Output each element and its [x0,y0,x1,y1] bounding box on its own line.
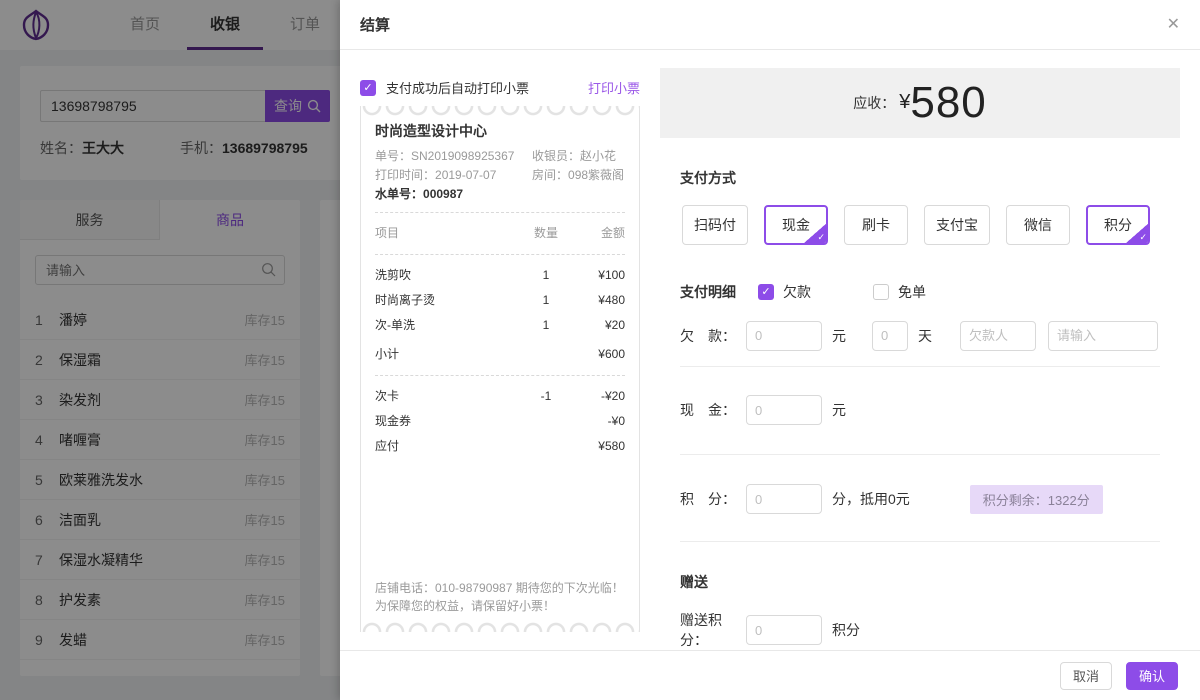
debt-amount-input[interactable] [746,321,822,351]
cancel-button[interactable]: 取消 [1060,662,1112,690]
receipt-payable: 应付¥580 [375,434,625,459]
check-icon: ✓ [761,285,770,298]
divider [680,366,1160,367]
selected-check-icon: ✓ [803,223,827,244]
day-unit: 天 [918,326,932,346]
receipt-item: 次-单洗1¥20 [375,313,625,338]
debt-checkbox[interactable]: ✓ [758,284,774,300]
pay-method-cash[interactable]: 现金✓ [764,205,828,245]
cash-label: 现 金： [680,400,746,420]
receipt-column: ✓ 支付成功后自动打印小票 打印小票 时尚造型设计中心 单号：SN2019098… [360,50,640,650]
modal-title: 结算 [360,14,390,35]
check-icon: ✓ [363,81,372,94]
payment-methods-row: 扫码付 现金✓ 刷卡 支付宝 微信 积分✓ [660,205,1180,245]
points-unit: 积分 [832,620,860,640]
receipt-deduction: 次卡-1-¥20 [375,384,625,409]
modal-header: 结算 ✕ [340,0,1200,50]
pay-method-alipay[interactable]: 支付宝 [924,205,990,245]
currency-symbol: ¥ [899,91,910,114]
divider [680,454,1160,455]
settlement-modal: 结算 ✕ ✓ 支付成功后自动打印小票 打印小票 时尚造型设计中心 单号：SN20… [340,0,1200,700]
payable-amount: 580 [910,78,986,128]
receipt-columns-header: 项目 数量 金额 [375,221,625,246]
points-suffix: 分，抵用0元 [832,489,910,509]
debt-checkbox-label: 欠款 [783,282,811,302]
payment-methods-title: 支付方式 [660,168,1180,188]
yuan-unit: 元 [832,400,846,420]
payment-detail-title: 支付明细 [680,282,736,302]
debt-row: 欠 款： 元 天 [660,321,1180,351]
receipt-subtotal: 小计¥600 [375,342,625,367]
free-checkbox-label: 免单 [898,282,926,302]
confirm-button[interactable]: 确认 [1126,662,1178,690]
gift-title: 赠送 [660,572,1180,592]
free-checkbox[interactable] [873,284,889,300]
pay-method-wechat[interactable]: 微信 [1006,205,1070,245]
debt-days-input[interactable] [872,321,908,351]
pay-method-points[interactable]: 积分✓ [1086,205,1150,245]
receipt-item: 洗剪吹1¥100 [375,263,625,288]
points-label: 积 分： [680,489,746,509]
cash-row: 现 金： 元 [660,395,1180,425]
modal-footer: 取消 确认 [340,650,1200,700]
payable-banner: 应收： ¥ 580 [660,68,1180,138]
cash-amount-input[interactable] [746,395,822,425]
points-amount-input[interactable] [746,484,822,514]
receipt-preview: 时尚造型设计中心 单号：SN2019098925367 收银员：赵小花 打印时间… [360,106,640,632]
pay-method-card[interactable]: 刷卡 [844,205,908,245]
receipt-divider [375,375,625,376]
debt-note-input[interactable] [1048,321,1158,351]
yuan-unit: 元 [832,326,846,346]
pay-method-scan[interactable]: 扫码付 [682,205,748,245]
gift-points-label: 赠送积分： [680,610,746,650]
close-icon[interactable]: ✕ [1167,17,1180,33]
payment-column: 应收： ¥ 580 支付方式 扫码付 现金✓ 刷卡 支付宝 微信 积分✓ 支付明… [660,50,1180,650]
receipt-scallop-bottom [361,621,639,632]
receipt-footer-note: 店铺电话：010-98790987 期待您的下次光临！ 为保障您的权益，请保留好… [375,579,625,619]
debtor-input[interactable] [960,321,1036,351]
receipt-meta: 单号：SN2019098925367 收银员：赵小花 打印时间：2019-07-… [375,147,625,204]
receipt-store-name: 时尚造型设计中心 [375,121,625,141]
receipt-deduction: 现金券-¥0 [375,409,625,434]
print-receipt-link[interactable]: 打印小票 [588,78,640,97]
gift-row: 赠送积分： 积分 [660,610,1180,650]
receipt-divider [375,254,625,255]
debt-label: 欠 款： [680,326,746,346]
points-balance-badge: 积分剩余：1322分 [970,485,1103,514]
selected-check-icon: ✓ [1125,223,1149,244]
auto-print-label: 支付成功后自动打印小票 [386,78,529,97]
divider [680,541,1160,542]
receipt-scallop-top [361,106,639,117]
auto-print-checkbox[interactable]: ✓ [360,80,376,96]
receipt-item: 时尚离子烫1¥480 [375,288,625,313]
points-row: 积 分： 分，抵用0元 积分剩余：1322分 [660,484,1180,514]
receipt-divider [375,212,625,213]
gift-points-input[interactable] [746,615,822,645]
